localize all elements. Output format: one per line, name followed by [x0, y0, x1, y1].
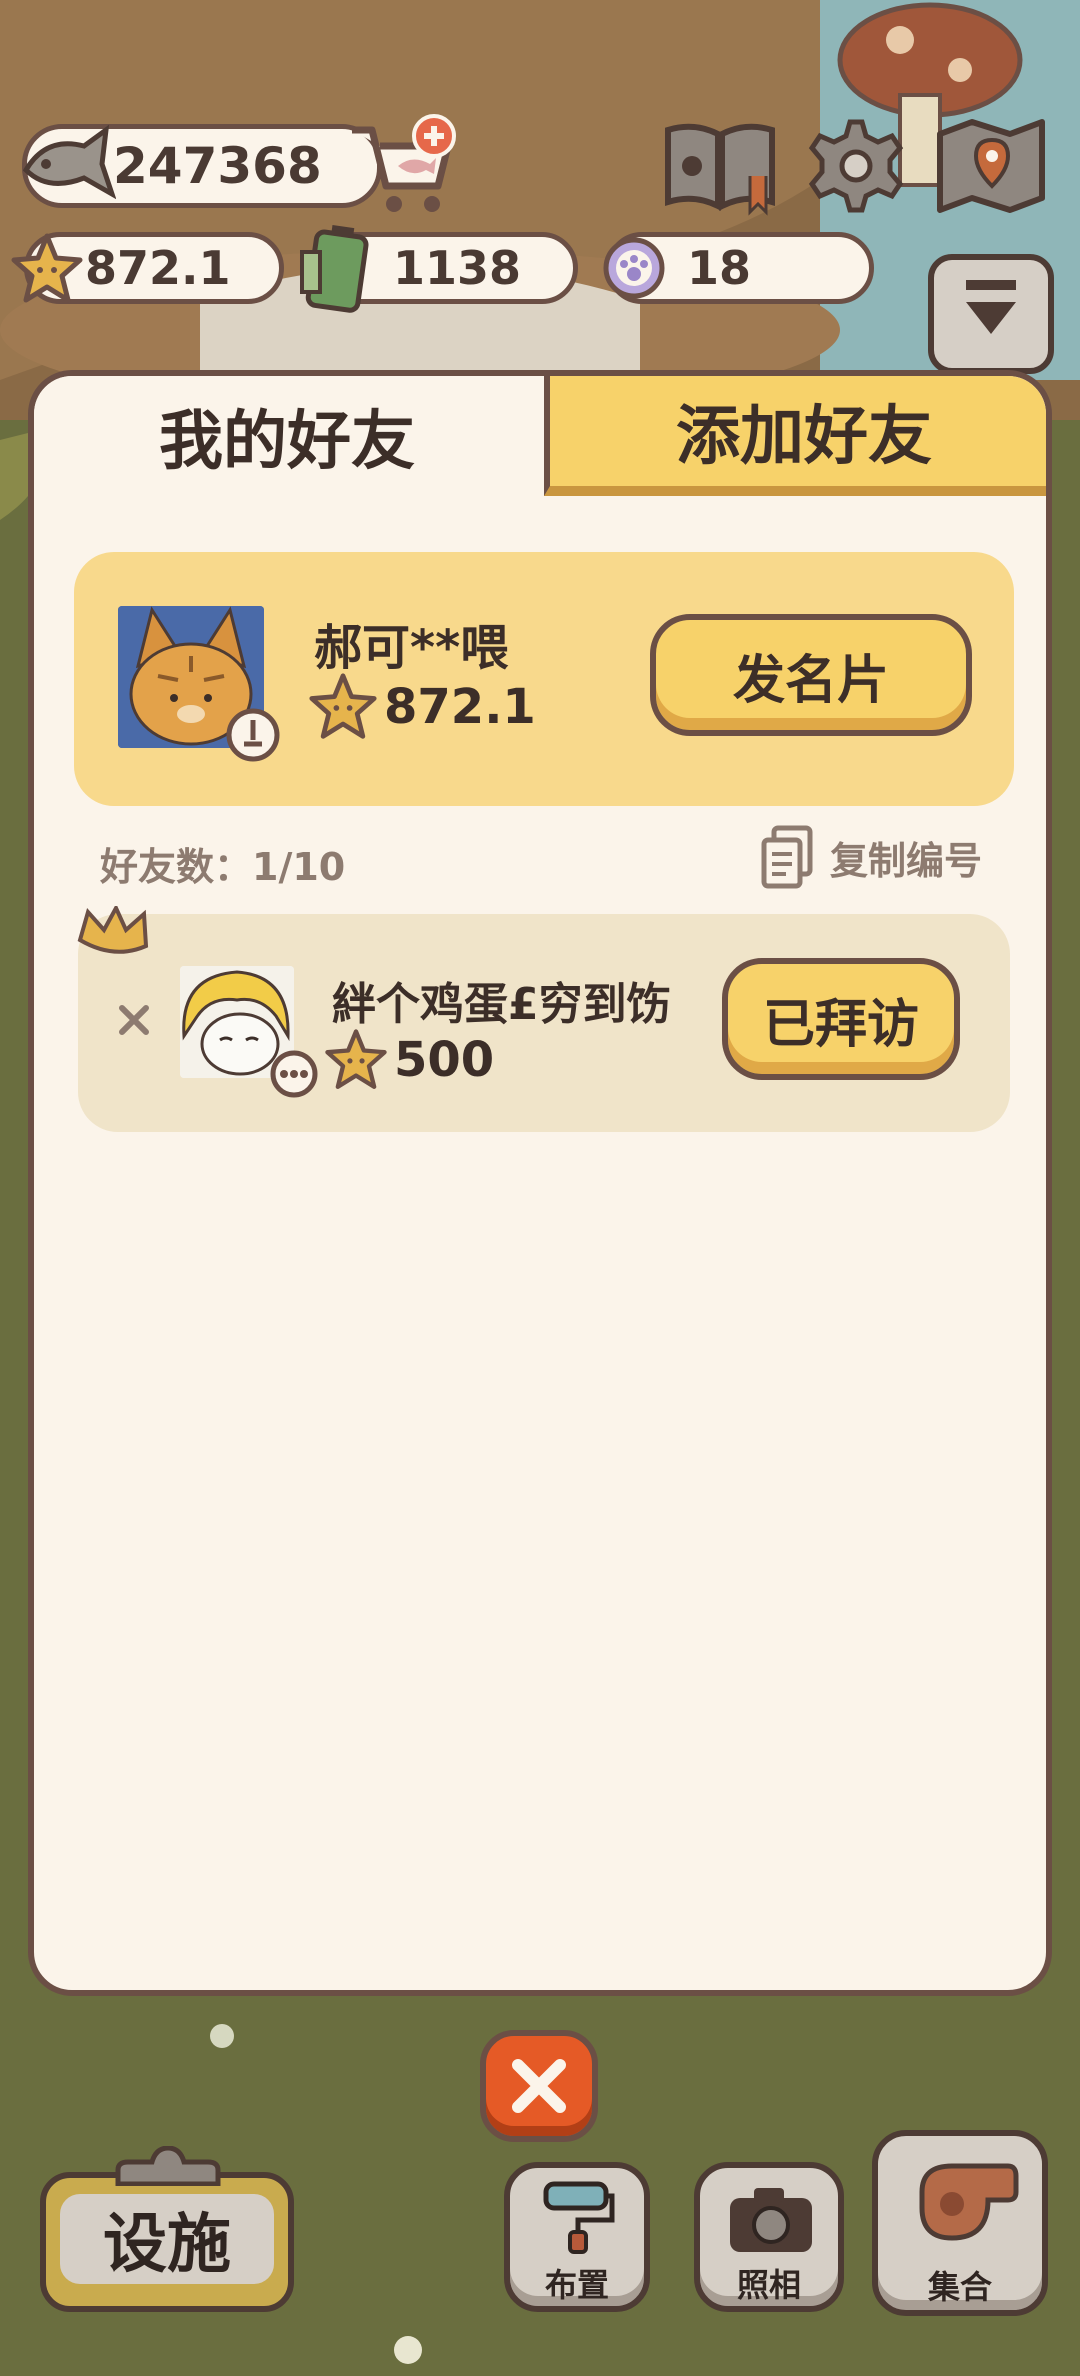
fish-count: 247368: [113, 137, 322, 195]
close-button[interactable]: [480, 2030, 598, 2142]
whistle-icon: [919, 2163, 1019, 2241]
more-options-icon[interactable]: [268, 1048, 320, 1100]
paint-roller-icon: [543, 2181, 615, 2254]
copy-id-button[interactable]: 复制编号: [758, 824, 982, 890]
layout-label: 布置: [544, 2266, 609, 2304]
visited-button[interactable]: 已拜访: [722, 958, 960, 1080]
copy-documents-icon: [761, 825, 813, 889]
send-card-button[interactable]: 发名片: [650, 614, 972, 736]
my-profile-card: 郝可**喂 872.1 发名片: [74, 552, 1014, 806]
tab-add-friend[interactable]: 添加好友: [544, 376, 1046, 496]
remove-friend-icon[interactable]: [114, 1000, 154, 1040]
friends-panel: 我的好友 添加好友 郝可**喂 872.1 发名片 好友数：1/10 复制编号 …: [28, 370, 1052, 1996]
battery-icon: [300, 225, 369, 313]
settings-gear-icon[interactable]: [806, 116, 906, 216]
catalog-book-icon[interactable]: [660, 116, 780, 216]
star-rating-value: 872.1: [85, 241, 231, 295]
side-drawer-button[interactable]: [928, 254, 1054, 374]
paw-coin-icon: [603, 237, 665, 299]
tab-my-friends-label: 我的好友: [159, 405, 415, 479]
friend-rating: 500: [324, 1028, 494, 1092]
gather-label: 集合: [927, 2268, 992, 2306]
crown-icon: [77, 906, 149, 954]
battery-count: 1138: [393, 241, 522, 295]
star-icon: [325, 1029, 387, 1089]
friend-name: 絆个鸡蛋£穷到饬: [332, 979, 671, 1030]
layout-button[interactable]: 布置: [504, 2162, 650, 2312]
shop-cart-icon[interactable]: [346, 112, 458, 216]
photo-button[interactable]: 照相: [694, 2162, 844, 2312]
send-card-label: 发名片: [732, 650, 889, 711]
map-icon[interactable]: [932, 114, 1050, 218]
arrow-down-icon: [966, 280, 1016, 334]
my-name: 郝可**喂: [314, 620, 509, 676]
visited-label: 已拜访: [762, 994, 919, 1055]
close-icon: [512, 2059, 566, 2113]
my-rating-value: 872.1: [384, 679, 536, 735]
gather-button[interactable]: 集合: [872, 2130, 1048, 2316]
star-icon: [11, 233, 83, 303]
copy-id-label: 复制编号: [830, 838, 983, 883]
friend-count: 好友数：1/10: [100, 845, 346, 889]
tab-my-friends[interactable]: 我的好友: [34, 376, 540, 496]
clipboard-clip-icon: [115, 2146, 221, 2186]
facility-label: 设施: [103, 2208, 231, 2282]
my-rating: 872.1: [308, 672, 536, 742]
edit-badge-icon[interactable]: [224, 706, 282, 764]
camera-icon: [730, 2188, 812, 2252]
friend-rating-value: 500: [394, 1032, 495, 1088]
fish-icon: [22, 124, 116, 200]
star-icon: [309, 673, 377, 739]
friend-card: 絆个鸡蛋£穷到饬 500 已拜访: [77, 906, 1010, 1132]
facility-button[interactable]: 设施: [40, 2146, 294, 2312]
tab-add-friend-label: 添加好友: [676, 400, 932, 474]
photo-label: 照相: [736, 2266, 801, 2304]
paw-coin-count: 18: [687, 241, 752, 295]
